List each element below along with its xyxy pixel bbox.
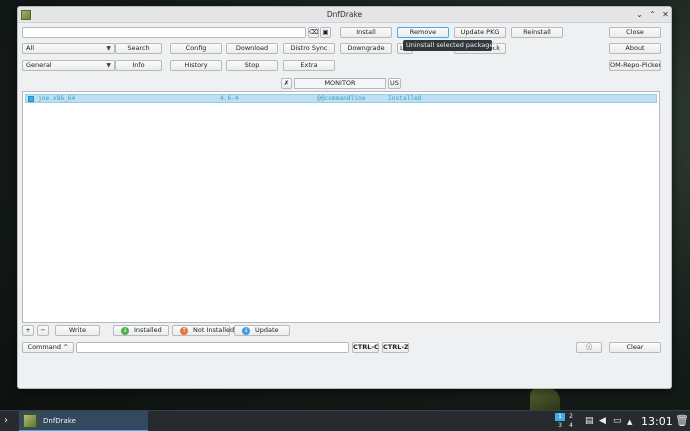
update-pkg-button[interactable]: Update PKG — [454, 27, 506, 38]
application-launcher-icon[interactable]: › — [4, 415, 8, 426]
monitor-label: MONITOR — [294, 78, 386, 89]
chevron-down-icon: ▼ — [106, 62, 111, 69]
trash-icon[interactable]: 🗑 — [675, 414, 689, 427]
download-button[interactable]: Download — [226, 43, 278, 54]
downgrade-button[interactable]: Downgrade — [340, 43, 392, 54]
title-bar[interactable]: DnfDrake ⌄ ⌃ ✕ — [18, 7, 671, 23]
distro-sync-button[interactable]: Distro Sync — [283, 43, 335, 54]
search-input[interactable] — [22, 27, 306, 38]
not-installed-button[interactable]: ↑ Not Installed — [172, 325, 234, 336]
package-checkbox[interactable] — [28, 96, 34, 102]
upload-icon: ↑ — [180, 327, 188, 335]
group-select-value: General — [26, 61, 52, 69]
extra-button[interactable]: Extra — [283, 60, 335, 71]
dnfdrake-task-icon — [23, 414, 37, 428]
pin-icon[interactable]: ✗ — [281, 78, 292, 89]
install-button[interactable]: Install — [340, 27, 392, 38]
close-button[interactable]: Close — [609, 27, 661, 38]
ctrl-c-button[interactable]: CTRL-C — [352, 342, 379, 353]
package-name: joe.x86_64 — [38, 95, 76, 102]
add-button[interactable]: + — [22, 325, 34, 336]
clipboard-icon[interactable]: ▤ — [585, 416, 594, 426]
desktop-1[interactable]: 1 — [555, 413, 565, 421]
desktop-3[interactable]: 3 — [555, 422, 565, 430]
window-title: DnfDrake — [326, 10, 363, 19]
chevron-down-icon: ▼ — [106, 45, 111, 52]
search-button[interactable]: Search — [115, 43, 162, 54]
filter-select-value: All — [26, 44, 35, 52]
installed-button[interactable]: ↓ Installed — [113, 325, 169, 336]
history-button[interactable]: History — [170, 60, 222, 71]
package-status: Installed — [388, 95, 422, 102]
taskbar: › DnfDrake 1 2 3 4 ▤ ◀ ▭ ▲ 13:01 🗑 — [0, 410, 690, 431]
about-button[interactable]: About — [609, 43, 661, 54]
package-version: 4.6-4 — [220, 95, 239, 102]
network-icon[interactable]: ▭ — [613, 416, 622, 426]
stop-button[interactable]: Stop — [226, 60, 278, 71]
update-button[interactable]: ↓ Update — [234, 325, 290, 336]
package-list[interactable]: joe.x86_64 4.6-4 @@commandline Installed — [22, 91, 660, 323]
om-repo-picker-button[interactable]: OM-Repo-Picker — [609, 60, 661, 71]
remove-item-button[interactable]: − — [37, 325, 49, 336]
tray-expand-icon[interactable]: ▲ — [627, 418, 632, 426]
taskbar-item-dnfdrake[interactable]: DnfDrake — [19, 411, 148, 431]
command-menu-button[interactable]: Command ^ — [22, 342, 74, 353]
package-repo: @@commandline — [317, 95, 366, 102]
folder-icon[interactable]: ▣ — [320, 27, 331, 38]
installed-label: Installed — [134, 326, 162, 334]
keyboard-layout-indicator[interactable]: US — [388, 78, 401, 89]
taskbar-item-label: DnfDrake — [43, 417, 76, 425]
command-input[interactable] — [76, 342, 349, 353]
minimize-icon[interactable]: ⌄ — [634, 9, 645, 20]
remove-tooltip: Uninstall selected packages — [403, 40, 497, 51]
info-button[interactable]: Info — [115, 60, 162, 71]
desktop-2[interactable]: 2 — [566, 413, 576, 421]
filter-select[interactable]: All ▼ — [22, 43, 115, 54]
info-icon[interactable]: ⓘ — [576, 342, 602, 353]
group-select[interactable]: General ▼ — [22, 60, 115, 71]
reinstall-button[interactable]: Reinstall — [511, 27, 563, 38]
maximize-icon[interactable]: ⌃ — [647, 9, 658, 20]
clear-input-icon[interactable]: ⌫ — [308, 27, 319, 38]
close-window-icon[interactable]: ✕ — [660, 9, 671, 20]
desktop-4[interactable]: 4 — [566, 422, 576, 430]
ctrl-z-button[interactable]: CTRL-Z — [382, 342, 409, 353]
update-label: Update — [255, 326, 279, 334]
dnfdrake-window: DnfDrake ⌄ ⌃ ✕ ⌫ ▣ Install Remove Update… — [17, 6, 672, 389]
write-button[interactable]: Write — [55, 325, 100, 336]
clock[interactable]: 13:01 — [641, 415, 673, 428]
update-icon: ↓ — [242, 327, 250, 335]
remove-button[interactable]: Remove — [397, 27, 449, 38]
download-icon: ↓ — [121, 327, 129, 335]
clear-button[interactable]: Clear — [609, 342, 661, 353]
table-row[interactable]: joe.x86_64 4.6-4 @@commandline Installed — [25, 94, 657, 103]
virtual-desktop-pager[interactable]: 1 2 3 4 — [555, 413, 577, 430]
config-button[interactable]: Config — [170, 43, 222, 54]
not-installed-label: Not Installed — [193, 326, 235, 334]
volume-icon[interactable]: ◀ — [599, 416, 606, 426]
